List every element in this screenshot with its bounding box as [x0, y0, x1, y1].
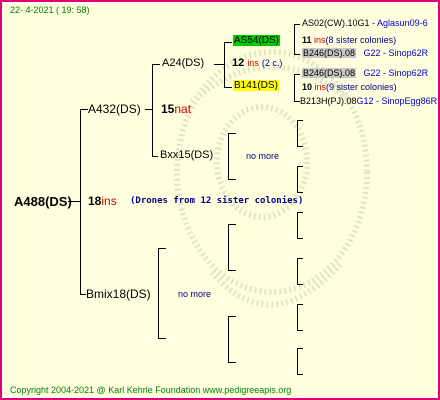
line [214, 64, 224, 65]
line [297, 330, 303, 331]
mm-number: 12 [232, 57, 245, 69]
mmf-number: 10 [302, 82, 313, 92]
line [294, 74, 300, 75]
mmf-note: (9 sister colonies) [326, 82, 397, 92]
line [224, 42, 232, 43]
line [297, 238, 303, 239]
line [297, 348, 298, 374]
root-details: 18ins [88, 195, 117, 207]
mmm-details: 11 ins(8 sister colonies) [302, 36, 396, 45]
line [294, 24, 300, 25]
line [294, 74, 295, 101]
root-suffix: ins [101, 194, 117, 208]
line [297, 304, 303, 305]
line [80, 109, 81, 295]
line [228, 224, 229, 270]
line [224, 42, 225, 87]
line [158, 338, 166, 339]
g4-1-name: B246(DS).08 [302, 48, 357, 58]
mm-name: A24(DS) [162, 57, 205, 69]
mother-name: A432(DS) [88, 102, 141, 116]
line [228, 133, 236, 134]
mmm-name: AS54(DS) [233, 35, 281, 46]
line [152, 156, 158, 157]
line [297, 258, 303, 259]
line [228, 179, 236, 180]
line [297, 284, 303, 285]
root-queen-name: A488(DS) [14, 194, 72, 209]
pedigree-frame: 22- 4-2021 ( 19: 58) A488(DS) 18ins (Dro… [0, 0, 440, 400]
line [297, 374, 303, 375]
mf-name: Bxx15(DS) [160, 149, 214, 161]
line [297, 166, 298, 192]
line [158, 248, 159, 338]
mmf-name-label: B141(DS) [233, 80, 279, 91]
line [297, 304, 298, 330]
mm-note: (2 c.) [261, 58, 283, 68]
line [228, 316, 236, 317]
mmf-name: B141(DS) [233, 80, 279, 91]
g4-2-extra: G22 - Sinop62R [363, 68, 429, 78]
mf-no-more: no more [246, 151, 280, 161]
mmm-name-label: AS54(DS) [233, 35, 281, 46]
mother-number: 15 [161, 102, 175, 116]
father-name: Bmix18(DS) [86, 287, 151, 301]
g4-3-extra: G12 - SinopEgg86R [356, 96, 438, 106]
line [228, 270, 236, 271]
g4-1: B246(DS).08 G22 - Sinop62R [302, 48, 429, 58]
line [297, 146, 303, 147]
mmm-note: (8 sister colonies) [325, 35, 397, 45]
date-stamp: 22- 4-2021 ( 19: 58) [10, 5, 90, 15]
line [80, 109, 88, 110]
line [297, 192, 303, 193]
mm-details: 12 ins (2 c.) [232, 58, 282, 69]
mmf-suffix: ins [314, 82, 327, 92]
g4-0-name: AS02(CW).10G1 [302, 18, 370, 28]
line [228, 316, 229, 362]
line [228, 362, 236, 363]
root-note: (Drones from 12 sister colonies) [130, 196, 304, 206]
father-no-more: no more [178, 289, 212, 299]
line [224, 87, 232, 88]
line [294, 24, 295, 54]
mother-details: 15nat [161, 103, 191, 115]
line [297, 166, 303, 167]
line [158, 248, 166, 249]
g4-2-name: B246(DS).08 [302, 68, 357, 78]
line [297, 258, 298, 284]
line [297, 212, 298, 238]
line [297, 120, 298, 146]
line [228, 224, 236, 225]
g4-1-extra: G22 - Sinop62R [363, 48, 429, 58]
line [297, 348, 303, 349]
mmm-number: 11 [302, 35, 312, 45]
line [228, 133, 229, 179]
line [297, 212, 303, 213]
mm-suffix: ins [247, 58, 259, 68]
g4-0-extra: - Aglasun09-6 [372, 18, 428, 28]
mmm-suffix: ins [314, 35, 326, 45]
line [297, 120, 303, 121]
line [294, 54, 300, 55]
copyright-footer: Copyright 2004-2021 @ Karl Kehrle Founda… [10, 385, 292, 395]
line [152, 64, 153, 156]
line [152, 64, 160, 65]
g4-3-name: B213H(PJ).08 [300, 96, 357, 106]
root-number: 18 [88, 194, 102, 208]
g4-0: AS02(CW).10G1 - Aglasun09-6 [302, 19, 428, 28]
mother-suffix: nat [174, 102, 192, 116]
g4-2: B246(DS).08 G22 - Sinop62R [302, 68, 429, 78]
line [145, 109, 152, 110]
mmf-details: 10 ins(9 sister colonies) [302, 83, 397, 92]
g4-3: B213H(PJ).08G12 - SinopEgg86R [300, 97, 437, 106]
